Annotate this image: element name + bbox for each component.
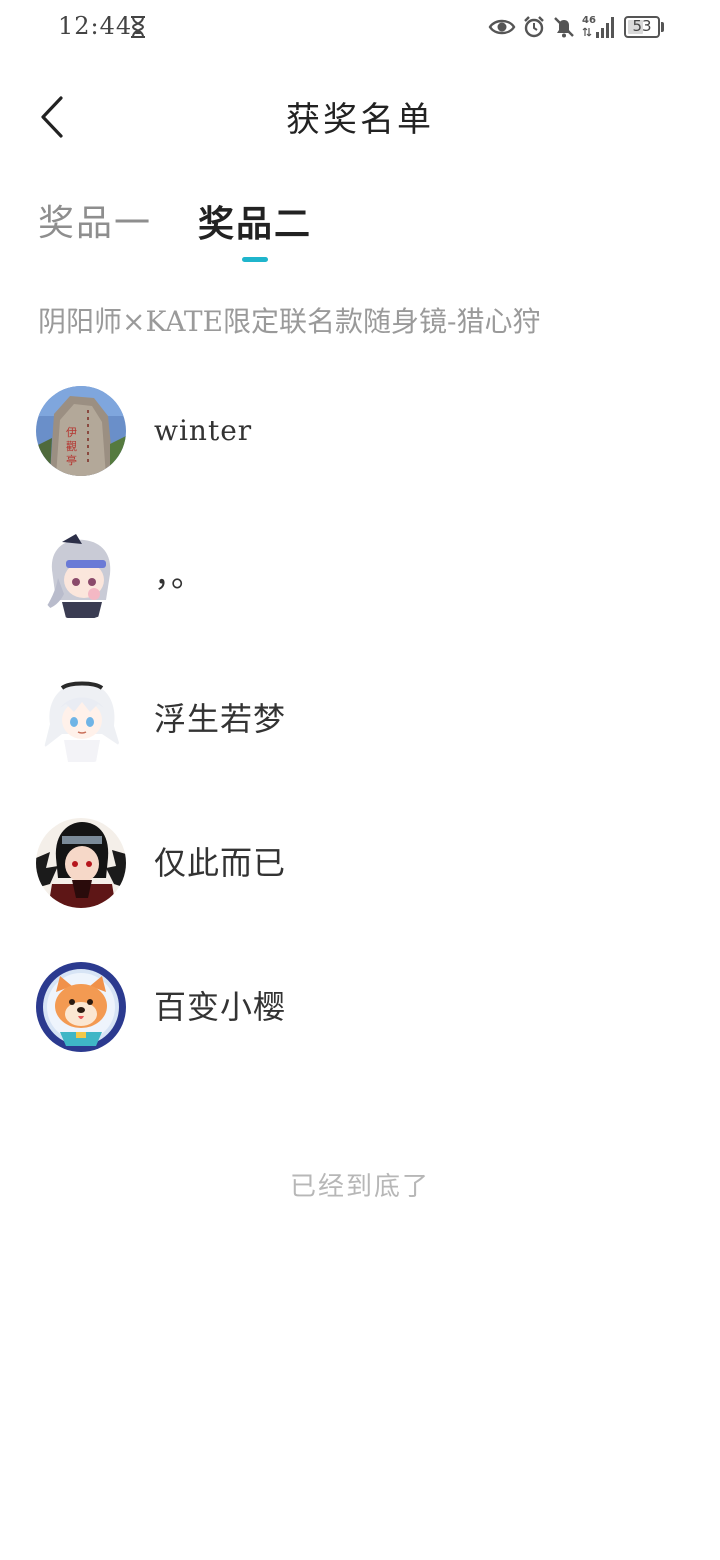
winner-row[interactable]: 百变小樱 <box>36 962 686 1106</box>
avatar[interactable] <box>36 674 126 764</box>
tab-label: 奖品二 <box>198 203 313 245</box>
status-icons: 46 53 <box>488 12 664 42</box>
winner-row[interactable]: 伊 觀 亭 winter <box>36 386 686 530</box>
muted-bell-icon <box>554 17 574 38</box>
winner-row[interactable]: 浮生若梦 <box>36 674 686 818</box>
winner-name: 浮生若梦 <box>154 700 287 738</box>
tab-prize-2[interactable]: 奖品二 <box>198 196 312 268</box>
winner-list: 伊 觀 亭 winter ，。 浮生若梦 仅此而已 百变小樱 <box>36 386 686 1106</box>
battery-icon: 53 <box>624 16 664 38</box>
signal-icon: 46 <box>582 15 614 38</box>
end-of-list-text: 已经到底了 <box>289 1172 430 1202</box>
winner-name: 仅此而已 <box>154 844 287 882</box>
svg-text:伊: 伊 <box>66 426 77 439</box>
tab-label: 奖品一 <box>38 203 153 244</box>
winner-name: 百变小樱 <box>154 988 287 1026</box>
battery-level: 53 <box>632 17 652 35</box>
tab-active-indicator <box>242 257 269 262</box>
winner-name: ，。 <box>154 556 205 594</box>
alarm-icon <box>524 16 544 38</box>
svg-text:亭: 亭 <box>66 453 77 467</box>
winner-row[interactable]: ，。 <box>36 530 686 674</box>
avatar[interactable] <box>36 530 126 620</box>
hourglass-icon <box>128 15 148 39</box>
tab-prize-1[interactable]: 奖品一 <box>38 196 152 268</box>
winner-name: winter <box>154 414 253 447</box>
status-bar: 12:44 46 53 <box>0 0 720 56</box>
svg-text:觀: 觀 <box>66 440 77 453</box>
prize-tabs: 奖品一 奖品二 <box>38 196 312 268</box>
svg-text:46: 46 <box>582 15 596 26</box>
eye-icon <box>488 19 516 35</box>
avatar[interactable] <box>36 818 126 908</box>
page-title: 获奖名单 <box>286 100 434 140</box>
avatar[interactable] <box>36 962 126 1052</box>
winner-row[interactable]: 仅此而已 <box>36 818 686 962</box>
prize-name: 阴阳师×KATE限定联名款随身镜-猎心狩 <box>38 305 541 338</box>
status-time: 12:44 <box>58 12 133 40</box>
avatar[interactable]: 伊 觀 亭 <box>36 386 126 476</box>
header: 获奖名单 <box>0 70 720 162</box>
